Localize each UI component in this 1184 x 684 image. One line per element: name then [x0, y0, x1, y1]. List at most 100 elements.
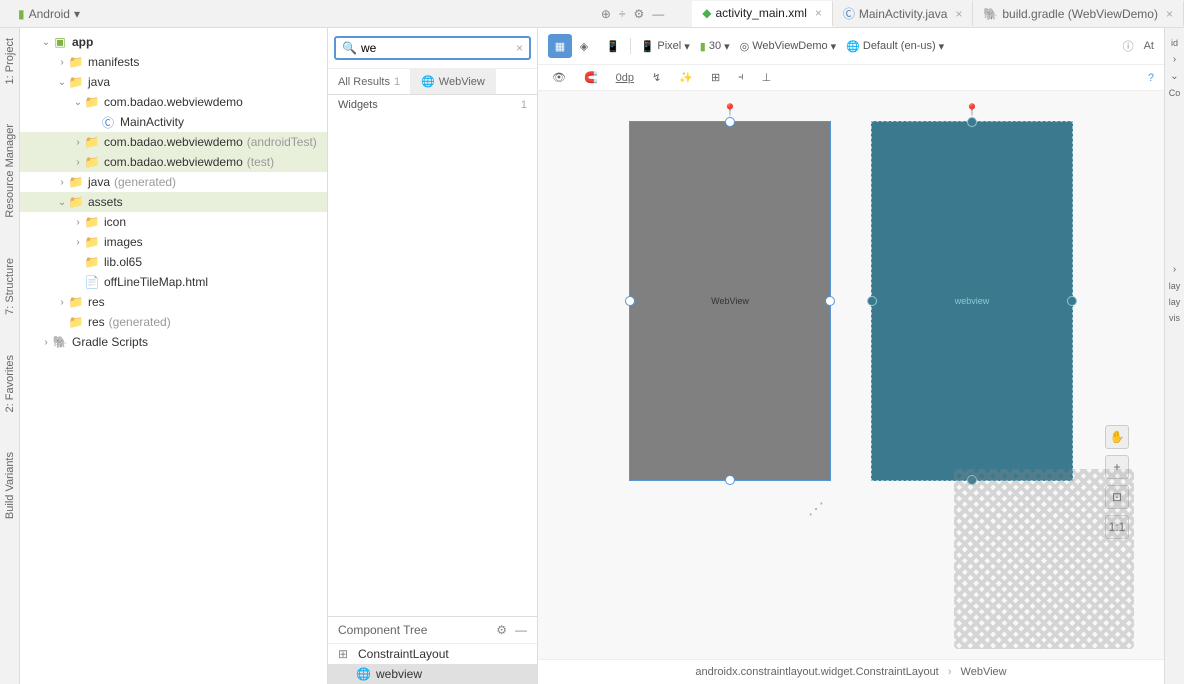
module-dropdown[interactable]: ▮ Android ▾: [10, 5, 88, 23]
handle-bottom[interactable]: [967, 475, 977, 485]
collapse-icon[interactable]: ÷: [619, 7, 626, 21]
search-field[interactable]: [361, 41, 516, 55]
tree-item-lib-ol65[interactable]: 📁lib.ol65: [20, 252, 327, 272]
warnings-icon[interactable]: ⓘ: [1123, 38, 1134, 54]
close-tab-icon[interactable]: ×: [955, 7, 962, 21]
handle-left[interactable]: [867, 296, 877, 306]
android-icon: ▮: [18, 7, 25, 21]
breadcrumb-parent[interactable]: androidx.constraintlayout.widget.Constra…: [695, 666, 938, 678]
device-picker[interactable]: 📱 Pixel ▾: [641, 40, 690, 53]
project-tree[interactable]: ⌄▣app›📁manifests⌄📁java⌄📁com.badao.webvie…: [20, 28, 328, 684]
handle-left[interactable]: [625, 296, 635, 306]
align-icon[interactable]: ⫞: [734, 69, 748, 86]
tree-arrow-icon[interactable]: ⌄: [40, 37, 52, 48]
handle-right[interactable]: [825, 296, 835, 306]
close-tab-icon[interactable]: ×: [815, 6, 822, 20]
ct-minimize-icon[interactable]: —: [515, 623, 527, 637]
ct-item-constraintlayout[interactable]: ⊞ ConstraintLayout: [328, 644, 537, 664]
tool-project[interactable]: 1: Project: [4, 38, 16, 84]
resize-handle-icon[interactable]: ⋰: [808, 499, 824, 519]
help-icon[interactable]: ?: [1148, 72, 1154, 84]
tree-arrow-icon[interactable]: ›: [56, 177, 68, 188]
tree-item-com-badao-webviewdemo[interactable]: ›📁com.badao.webviewdemo(test): [20, 152, 327, 172]
tree-item-gradle-scripts[interactable]: ›🐘Gradle Scripts: [20, 332, 327, 352]
guidelines-icon[interactable]: ⊞: [707, 69, 724, 86]
handle-top[interactable]: [725, 117, 735, 127]
handle-bottom[interactable]: [725, 475, 735, 485]
tree-item-mainactivity[interactable]: ⒸMainActivity: [20, 112, 327, 132]
tree-item-assets[interactable]: ⌄📁assets: [20, 192, 327, 212]
tab-build-gradle[interactable]: 🐘 build.gradle (WebViewDemo) ×: [973, 1, 1184, 26]
tree-arrow-icon[interactable]: ›: [56, 297, 68, 308]
zoom-fit-button[interactable]: ⊡: [1105, 485, 1129, 509]
tree-item-com-badao-webviewdemo[interactable]: ›📁com.badao.webviewdemo(androidTest): [20, 132, 327, 152]
zoom-100-button[interactable]: 1:1: [1105, 515, 1129, 539]
tree-item-manifests[interactable]: ›📁manifests: [20, 52, 327, 72]
tree-arrow-icon[interactable]: ⌄: [56, 77, 68, 88]
palette-search-input[interactable]: 🔍 ×: [334, 36, 531, 60]
clear-constraints-icon[interactable]: ↯: [648, 69, 665, 86]
design-view[interactable]: WebView: [629, 121, 831, 481]
tree-arrow-icon[interactable]: ›: [40, 337, 52, 348]
zoom-in-button[interactable]: +: [1105, 455, 1129, 479]
blueprint-mode-icon[interactable]: ◈: [572, 34, 596, 58]
attr-key-label: Co: [1169, 88, 1181, 98]
tree-arrow-icon[interactable]: ›: [72, 217, 84, 228]
globe-icon: 🌐: [421, 75, 435, 88]
tab-mainactivity-java[interactable]: Ⓒ MainActivity.java ×: [833, 1, 974, 26]
hide-icon[interactable]: —: [652, 7, 664, 21]
close-tab-icon[interactable]: ×: [1166, 7, 1173, 21]
palette-tab-webview[interactable]: 🌐 WebView: [411, 69, 496, 94]
tree-item-res[interactable]: 📁res(generated): [20, 312, 327, 332]
palette-item-widgets[interactable]: Widgets 1: [328, 95, 537, 115]
breadcrumb-child[interactable]: WebView: [961, 666, 1007, 678]
tree-item-images[interactable]: ›📁images: [20, 232, 327, 252]
tool-favorites[interactable]: 2: Favorites: [4, 355, 16, 412]
tree-item-offlinetilemap-html[interactable]: 📄offLineTileMap.html: [20, 272, 327, 292]
chevron-right-icon[interactable]: ›: [1173, 54, 1176, 65]
chevron-right-icon[interactable]: ›: [1173, 264, 1176, 275]
tree-arrow-icon[interactable]: ›: [56, 57, 68, 68]
handle-right[interactable]: [1067, 296, 1077, 306]
handle-top[interactable]: [967, 117, 977, 127]
sort-icon[interactable]: ⊕: [601, 7, 611, 21]
theme-picker[interactable]: ◎ WebViewDemo ▾: [740, 40, 837, 53]
design-canvas[interactable]: 📍 WebView 📍 webview: [538, 91, 1164, 659]
tree-item-res[interactable]: ›📁res: [20, 292, 327, 312]
tree-item-app[interactable]: ⌄▣app: [20, 32, 327, 52]
magnet-icon[interactable]: 🧲: [580, 69, 602, 86]
tool-structure[interactable]: 7: Structure: [4, 258, 16, 315]
infer-constraints-icon[interactable]: ✨: [675, 69, 697, 86]
blueprint-surface[interactable]: 📍 webview: [871, 121, 1073, 481]
tree-arrow-icon[interactable]: ›: [72, 137, 84, 148]
pack-icon[interactable]: ⊥: [758, 69, 776, 86]
design-mode-icon[interactable]: ▦: [548, 34, 572, 58]
eye-icon[interactable]: 👁: [548, 69, 570, 86]
margin-dropdown[interactable]: 0dp: [612, 70, 638, 86]
clear-search-icon[interactable]: ×: [516, 41, 523, 55]
tool-build-variants[interactable]: Build Variants: [4, 452, 16, 519]
phone-icon: 📱: [641, 40, 655, 53]
design-editor: ▦ ◈ 📱 📱 Pixel ▾ ▮ 30 ▾ ◎ WebViewDemo ▾ 🌐: [538, 28, 1164, 684]
locale-picker[interactable]: 🌐 Default (en-us) ▾: [846, 40, 944, 53]
tree-arrow-icon[interactable]: ›: [72, 237, 84, 248]
ct-settings-icon[interactable]: ⚙: [496, 623, 507, 637]
pan-button[interactable]: ✋: [1105, 425, 1129, 449]
tree-item-icon[interactable]: ›📁icon: [20, 212, 327, 232]
design-surface[interactable]: 📍 WebView: [629, 121, 831, 481]
orientation-icon[interactable]: 📱: [606, 40, 620, 53]
tree-item-java[interactable]: ⌄📁java: [20, 72, 327, 92]
tool-resource-manager[interactable]: Resource Manager: [4, 124, 16, 218]
settings-icon[interactable]: ⚙: [634, 7, 645, 21]
ct-item-webview[interactable]: 🌐 webview: [328, 664, 537, 684]
tree-item-java[interactable]: ›📁java(generated): [20, 172, 327, 192]
palette-tab-all-results[interactable]: All Results 1: [328, 69, 411, 94]
tab-activity-main-xml[interactable]: ◆ activity_main.xml ×: [692, 1, 833, 27]
tree-arrow-icon[interactable]: ›: [72, 157, 84, 168]
chevron-down-icon[interactable]: ⌄: [1170, 71, 1178, 82]
tree-arrow-icon[interactable]: ⌄: [56, 197, 68, 208]
api-picker[interactable]: ▮ 30 ▾: [700, 40, 730, 53]
tree-arrow-icon[interactable]: ⌄: [72, 97, 84, 108]
tree-item-com-badao-webviewdemo[interactable]: ⌄📁com.badao.webviewdemo: [20, 92, 327, 112]
blueprint-view[interactable]: webview: [871, 121, 1073, 481]
